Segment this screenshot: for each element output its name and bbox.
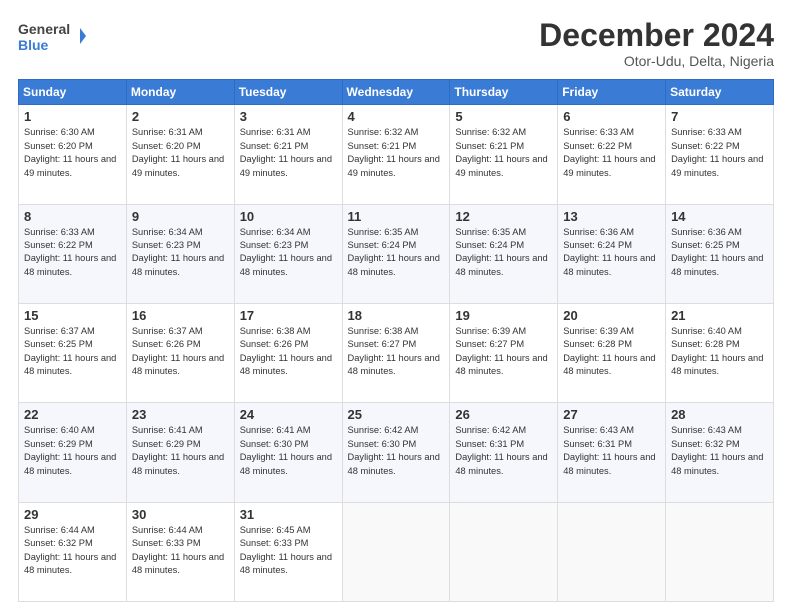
col-saturday: Saturday xyxy=(666,80,774,105)
logo-svg: General Blue xyxy=(18,18,88,54)
svg-text:General: General xyxy=(18,21,70,37)
col-sunday: Sunday xyxy=(19,80,127,105)
header: General Blue December 2024 Otor-Udu, Del… xyxy=(18,18,774,69)
table-row: 30Sunrise: 6:44 AMSunset: 6:33 PMDayligh… xyxy=(126,502,234,601)
table-row: 15Sunrise: 6:37 AMSunset: 6:25 PMDayligh… xyxy=(19,303,127,402)
table-row: 26Sunrise: 6:42 AMSunset: 6:31 PMDayligh… xyxy=(450,403,558,502)
svg-text:Blue: Blue xyxy=(18,37,49,53)
table-row: 11Sunrise: 6:35 AMSunset: 6:24 PMDayligh… xyxy=(342,204,450,303)
table-row: 23Sunrise: 6:41 AMSunset: 6:29 PMDayligh… xyxy=(126,403,234,502)
table-row: 1Sunrise: 6:30 AMSunset: 6:20 PMDaylight… xyxy=(19,105,127,204)
table-row: 18Sunrise: 6:38 AMSunset: 6:27 PMDayligh… xyxy=(342,303,450,402)
main-title: December 2024 xyxy=(539,18,774,53)
table-row: 10Sunrise: 6:34 AMSunset: 6:23 PMDayligh… xyxy=(234,204,342,303)
calendar: Sunday Monday Tuesday Wednesday Thursday… xyxy=(18,79,774,602)
col-wednesday: Wednesday xyxy=(342,80,450,105)
col-monday: Monday xyxy=(126,80,234,105)
table-row: 19Sunrise: 6:39 AMSunset: 6:27 PMDayligh… xyxy=(450,303,558,402)
table-row: 2Sunrise: 6:31 AMSunset: 6:20 PMDaylight… xyxy=(126,105,234,204)
page: General Blue December 2024 Otor-Udu, Del… xyxy=(0,0,792,612)
table-row xyxy=(558,502,666,601)
table-row: 5Sunrise: 6:32 AMSunset: 6:21 PMDaylight… xyxy=(450,105,558,204)
table-row xyxy=(666,502,774,601)
table-row: 14Sunrise: 6:36 AMSunset: 6:25 PMDayligh… xyxy=(666,204,774,303)
table-row: 12Sunrise: 6:35 AMSunset: 6:24 PMDayligh… xyxy=(450,204,558,303)
calendar-header-row: Sunday Monday Tuesday Wednesday Thursday… xyxy=(19,80,774,105)
table-row: 22Sunrise: 6:40 AMSunset: 6:29 PMDayligh… xyxy=(19,403,127,502)
table-row: 28Sunrise: 6:43 AMSunset: 6:32 PMDayligh… xyxy=(666,403,774,502)
subtitle: Otor-Udu, Delta, Nigeria xyxy=(539,53,774,69)
table-row xyxy=(450,502,558,601)
table-row: 17Sunrise: 6:38 AMSunset: 6:26 PMDayligh… xyxy=(234,303,342,402)
table-row: 25Sunrise: 6:42 AMSunset: 6:30 PMDayligh… xyxy=(342,403,450,502)
table-row: 7Sunrise: 6:33 AMSunset: 6:22 PMDaylight… xyxy=(666,105,774,204)
table-row: 13Sunrise: 6:36 AMSunset: 6:24 PMDayligh… xyxy=(558,204,666,303)
col-friday: Friday xyxy=(558,80,666,105)
table-row: 20Sunrise: 6:39 AMSunset: 6:28 PMDayligh… xyxy=(558,303,666,402)
col-thursday: Thursday xyxy=(450,80,558,105)
table-row: 21Sunrise: 6:40 AMSunset: 6:28 PMDayligh… xyxy=(666,303,774,402)
table-row: 27Sunrise: 6:43 AMSunset: 6:31 PMDayligh… xyxy=(558,403,666,502)
table-row: 24Sunrise: 6:41 AMSunset: 6:30 PMDayligh… xyxy=(234,403,342,502)
table-row: 4Sunrise: 6:32 AMSunset: 6:21 PMDaylight… xyxy=(342,105,450,204)
logo: General Blue xyxy=(18,18,88,54)
table-row: 8Sunrise: 6:33 AMSunset: 6:22 PMDaylight… xyxy=(19,204,127,303)
table-row: 3Sunrise: 6:31 AMSunset: 6:21 PMDaylight… xyxy=(234,105,342,204)
table-row: 31Sunrise: 6:45 AMSunset: 6:33 PMDayligh… xyxy=(234,502,342,601)
table-row: 9Sunrise: 6:34 AMSunset: 6:23 PMDaylight… xyxy=(126,204,234,303)
table-row xyxy=(342,502,450,601)
table-row: 6Sunrise: 6:33 AMSunset: 6:22 PMDaylight… xyxy=(558,105,666,204)
table-row: 29Sunrise: 6:44 AMSunset: 6:32 PMDayligh… xyxy=(19,502,127,601)
title-block: December 2024 Otor-Udu, Delta, Nigeria xyxy=(539,18,774,69)
col-tuesday: Tuesday xyxy=(234,80,342,105)
table-row: 16Sunrise: 6:37 AMSunset: 6:26 PMDayligh… xyxy=(126,303,234,402)
